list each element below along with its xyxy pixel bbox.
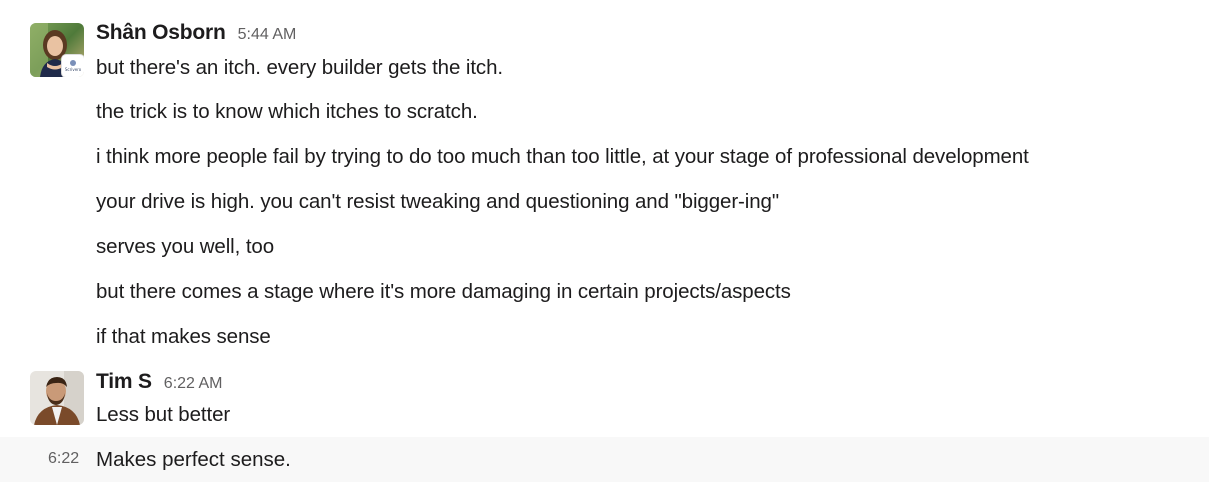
avatar[interactable] <box>30 371 84 425</box>
user-photo-avatar-man <box>30 371 84 425</box>
message-text: i think more people fail by trying to do… <box>96 145 1029 168</box>
timestamp[interactable]: 6:22 <box>48 450 79 468</box>
message-text: the trick is to know which itches to scr… <box>96 100 478 123</box>
previous-message-cutoff <box>96 0 426 2</box>
avatar[interactable]: Scrivero <box>30 23 84 77</box>
message-text: if that makes sense <box>96 325 271 348</box>
message-row-hovered[interactable]: 6:22 Makes perfect sense. <box>0 437 1209 482</box>
message-text: your drive is high. you can't resist twe… <box>96 190 780 213</box>
message-header: Shân Osborn 5:44 AM <box>96 21 296 45</box>
message-text: but there's an itch. every builder gets … <box>96 56 503 79</box>
message-header: Tim S 6:22 AM <box>96 370 223 394</box>
timestamp[interactable]: 6:22 AM <box>164 375 223 393</box>
workspace-badge-label: Scrivero <box>64 67 82 72</box>
workspace-badge-icon <box>70 60 76 66</box>
workspace-badge: Scrivero <box>62 55 84 77</box>
message-pane: Scrivero Shân Osborn 5:44 AM but there's… <box>0 0 1209 491</box>
message-text: Less but better <box>96 403 231 426</box>
message-text: but there comes a stage where it's more … <box>96 280 791 303</box>
sender-name[interactable]: Tim S <box>96 370 152 394</box>
message-text: serves you well, too <box>96 235 275 258</box>
message-text: Makes perfect sense. <box>96 448 291 471</box>
sender-name[interactable]: Shân Osborn <box>96 21 226 45</box>
timestamp[interactable]: 5:44 AM <box>238 26 297 44</box>
